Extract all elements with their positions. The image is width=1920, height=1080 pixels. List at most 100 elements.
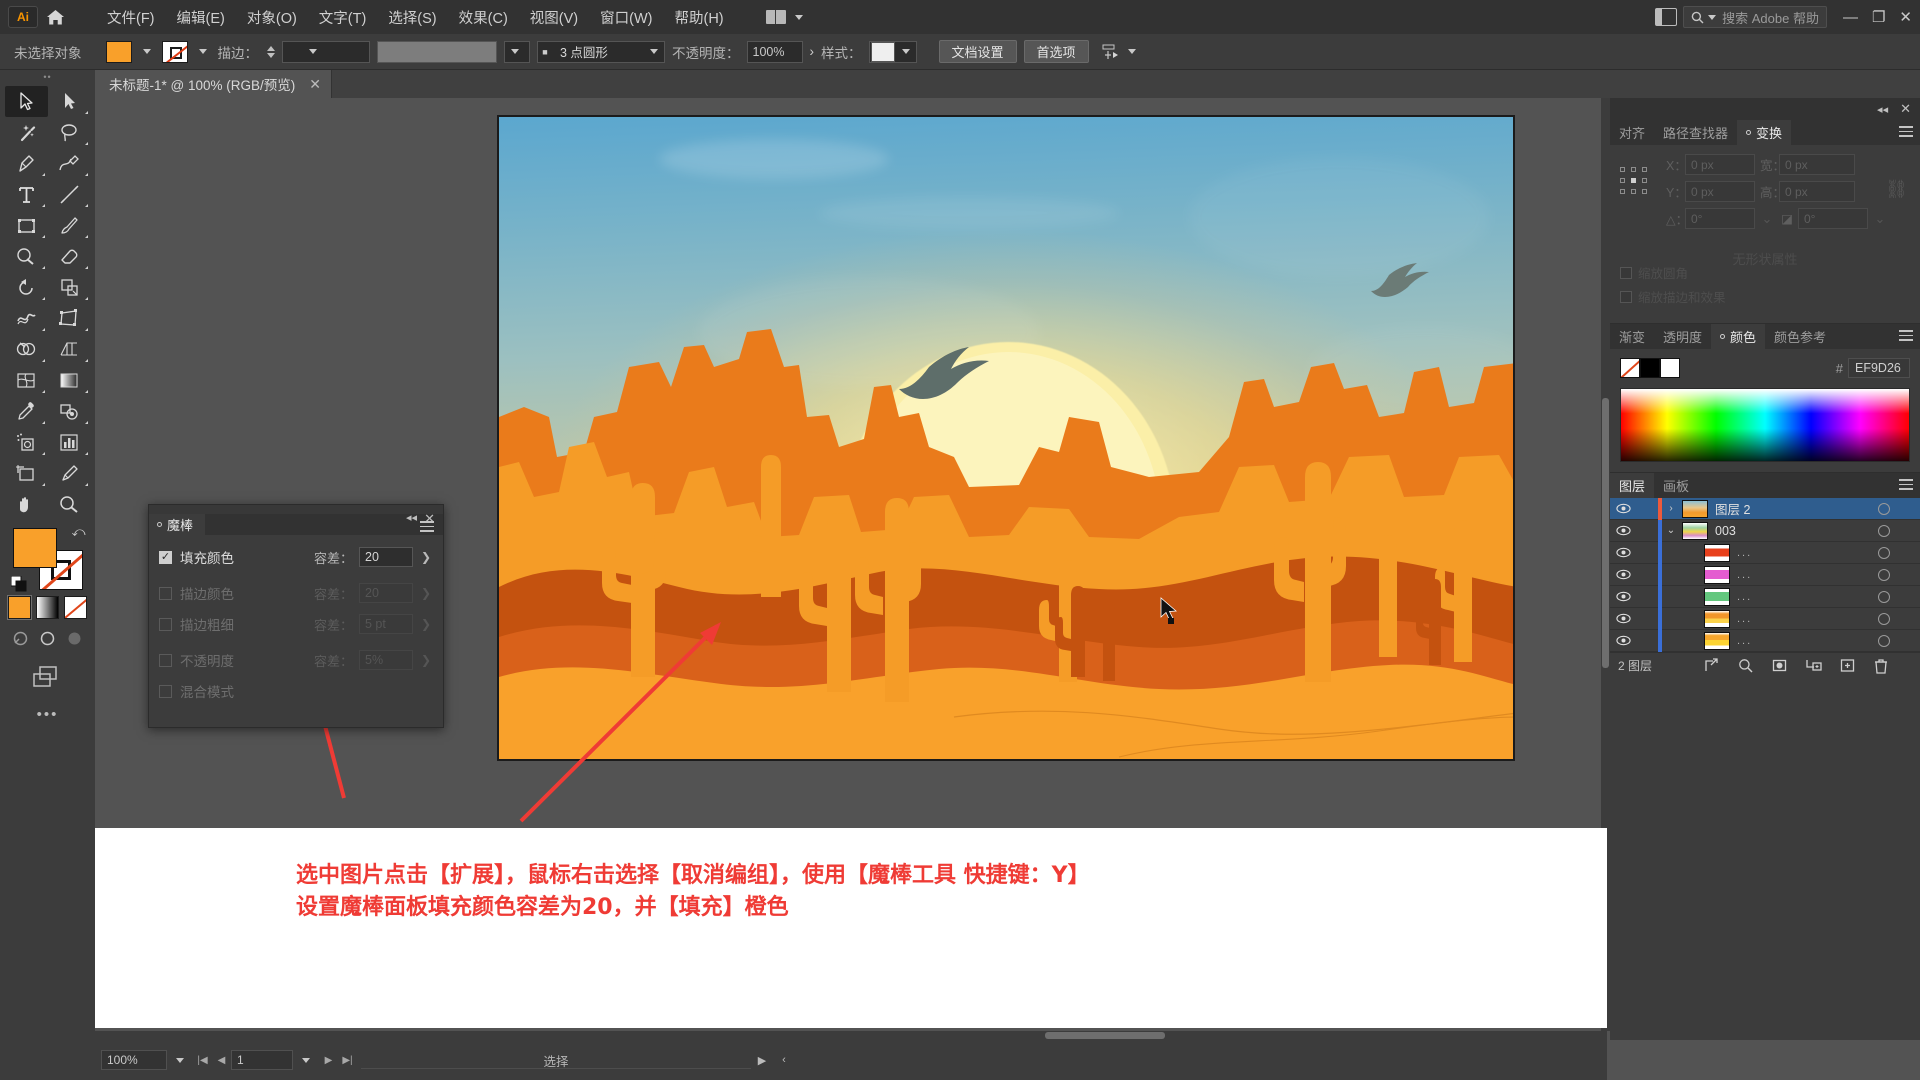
- hex-input[interactable]: EF9D26: [1848, 358, 1910, 378]
- menu-edit[interactable]: 编辑(E): [166, 3, 236, 32]
- table-row[interactable]: ...: [1610, 607, 1920, 630]
- menu-effect[interactable]: 效果(C): [448, 3, 519, 32]
- search-box[interactable]: 搜索 Adobe 帮助: [1683, 6, 1827, 28]
- table-row[interactable]: › 图层 2: [1610, 497, 1920, 520]
- previous-artboard-icon[interactable]: ◀: [212, 1050, 231, 1070]
- lasso-tool[interactable]: [48, 117, 91, 148]
- fill-swatch-large[interactable]: [12, 528, 57, 568]
- symbol-sprayer-tool[interactable]: [5, 427, 48, 458]
- screen-mode-button[interactable]: [0, 664, 95, 690]
- table-row[interactable]: ...: [1610, 585, 1920, 608]
- visibility-toggle-icon[interactable]: [1610, 635, 1636, 646]
- eyedropper-tool[interactable]: [5, 396, 48, 427]
- make-clipping-mask-icon[interactable]: [1762, 653, 1796, 679]
- swap-fill-stroke-icon[interactable]: ⤺: [72, 524, 86, 540]
- gradient-tool[interactable]: [48, 365, 91, 396]
- default-fill-stroke-icon[interactable]: [10, 575, 27, 592]
- shear-input[interactable]: 0°: [1798, 208, 1868, 229]
- shaper-tool[interactable]: [5, 241, 48, 272]
- tolerance-expand-icon[interactable]: ❯: [419, 550, 433, 564]
- none-swatch[interactable]: [1620, 358, 1640, 378]
- opacity-checkbox[interactable]: [159, 653, 172, 667]
- status-text[interactable]: 选择: [361, 1050, 751, 1070]
- minimize-button[interactable]: —: [1843, 9, 1858, 26]
- chevron-down-icon[interactable]: ⌄: [1760, 211, 1774, 226]
- rectangle-tool[interactable]: [5, 210, 48, 241]
- magic-wand-row-stroke-color[interactable]: 描边颜色 容差： 20 ❯: [159, 580, 433, 606]
- collapse-icon[interactable]: ◂◂: [406, 511, 417, 524]
- selection-tool[interactable]: [4, 86, 48, 117]
- color-mode-button[interactable]: [7, 595, 32, 620]
- fill-color-checkbox[interactable]: [159, 550, 172, 564]
- target-indicator-icon[interactable]: [1878, 635, 1890, 647]
- panel-menu-icon[interactable]: [1899, 330, 1913, 344]
- layer-name[interactable]: ...: [1737, 613, 1920, 625]
- document-setup-button[interactable]: 文档设置: [938, 40, 1017, 63]
- tolerance-input[interactable]: 20: [359, 547, 413, 567]
- stroke-profile-combo[interactable]: [504, 40, 530, 63]
- locate-object-icon[interactable]: [1694, 653, 1728, 679]
- width-tool[interactable]: [5, 303, 48, 334]
- stroke-weight-checkbox[interactable]: [159, 617, 172, 631]
- fill-color-swatch[interactable]: [105, 40, 132, 63]
- menu-select[interactable]: 选择(S): [377, 3, 447, 32]
- status-menu-icon[interactable]: ‹: [773, 1050, 795, 1070]
- align-options[interactable]: [1102, 44, 1140, 60]
- layer-name[interactable]: ...: [1737, 569, 1920, 581]
- tab-color[interactable]: 颜色: [1711, 324, 1766, 349]
- chevron-down-icon[interactable]: [198, 49, 207, 54]
- canvas-horizontal-scrollbar[interactable]: [95, 1031, 1607, 1040]
- tab-transform[interactable]: 变换: [1737, 120, 1792, 145]
- panel-menu-icon[interactable]: [1899, 479, 1913, 493]
- zoom-level-input[interactable]: 100%: [101, 1050, 167, 1070]
- curvature-tool[interactable]: [48, 148, 91, 179]
- perspective-grid-tool[interactable]: [48, 334, 91, 365]
- tab-layers[interactable]: 图层: [1610, 473, 1655, 498]
- home-icon[interactable]: [38, 0, 72, 34]
- create-sublayer-icon[interactable]: [1796, 653, 1830, 679]
- magic-wand-tab[interactable]: 魔棒: [149, 514, 206, 535]
- chevron-down-icon[interactable]: ⌄: [1662, 525, 1680, 536]
- visibility-toggle-icon[interactable]: [1610, 547, 1636, 558]
- y-input[interactable]: 0 px: [1685, 181, 1755, 202]
- scale-strokes-checkbox[interactable]: [1620, 290, 1632, 303]
- artboard-dropdown-icon[interactable]: [293, 1050, 319, 1070]
- rotate-tool[interactable]: [5, 272, 48, 303]
- none-mode-button[interactable]: [64, 596, 87, 619]
- black-swatch[interactable]: [1640, 358, 1660, 378]
- edit-toolbar-button[interactable]: •••: [0, 706, 95, 723]
- tools-panel-handle[interactable]: ••: [0, 70, 95, 84]
- slice-tool[interactable]: [48, 458, 91, 489]
- draw-inside-icon[interactable]: [65, 628, 85, 648]
- paintbrush-tool[interactable]: [48, 210, 91, 241]
- opacity-input[interactable]: 100%: [746, 40, 803, 63]
- menu-view[interactable]: 视图(V): [519, 3, 589, 32]
- close-icon[interactable]: ✕: [1900, 101, 1911, 117]
- document-tab[interactable]: 未标题-1* @ 100% (RGB/预览) ✕: [95, 70, 332, 98]
- zoom-dropdown-icon[interactable]: [167, 1050, 193, 1070]
- maximize-button[interactable]: ❐: [1872, 8, 1885, 26]
- magic-wand-row-stroke-weight[interactable]: 描边粗细 容差： 5 pt ❯: [159, 611, 433, 637]
- blend-tool[interactable]: [48, 396, 91, 427]
- stroke-profile-preview[interactable]: [377, 40, 497, 63]
- workspace-switcher-icon[interactable]: [1655, 8, 1678, 26]
- chevron-right-icon[interactable]: ›: [1662, 503, 1680, 514]
- target-indicator-icon[interactable]: [1878, 547, 1890, 559]
- next-artboard-icon[interactable]: ▶: [319, 1050, 338, 1070]
- artboard[interactable]: [497, 115, 1515, 761]
- menu-window[interactable]: 窗口(W): [589, 3, 663, 32]
- panel-menu-icon[interactable]: [1899, 126, 1913, 140]
- target-indicator-icon[interactable]: [1878, 569, 1890, 581]
- target-indicator-icon[interactable]: [1878, 503, 1890, 515]
- type-tool[interactable]: [5, 179, 48, 210]
- pen-tool[interactable]: [5, 148, 48, 179]
- blend-mode-checkbox[interactable]: [159, 684, 172, 698]
- magic-wand-row-blend-mode[interactable]: 混合模式: [159, 678, 433, 704]
- tab-align[interactable]: 对齐: [1610, 120, 1654, 145]
- artboard-tool[interactable]: [5, 458, 48, 489]
- visibility-toggle-icon[interactable]: [1610, 525, 1636, 536]
- create-new-layer-icon[interactable]: [1830, 653, 1864, 679]
- layer-name[interactable]: ...: [1737, 547, 1920, 559]
- magic-wand-tool[interactable]: [5, 117, 48, 148]
- panel-menu-icon[interactable]: [420, 521, 434, 535]
